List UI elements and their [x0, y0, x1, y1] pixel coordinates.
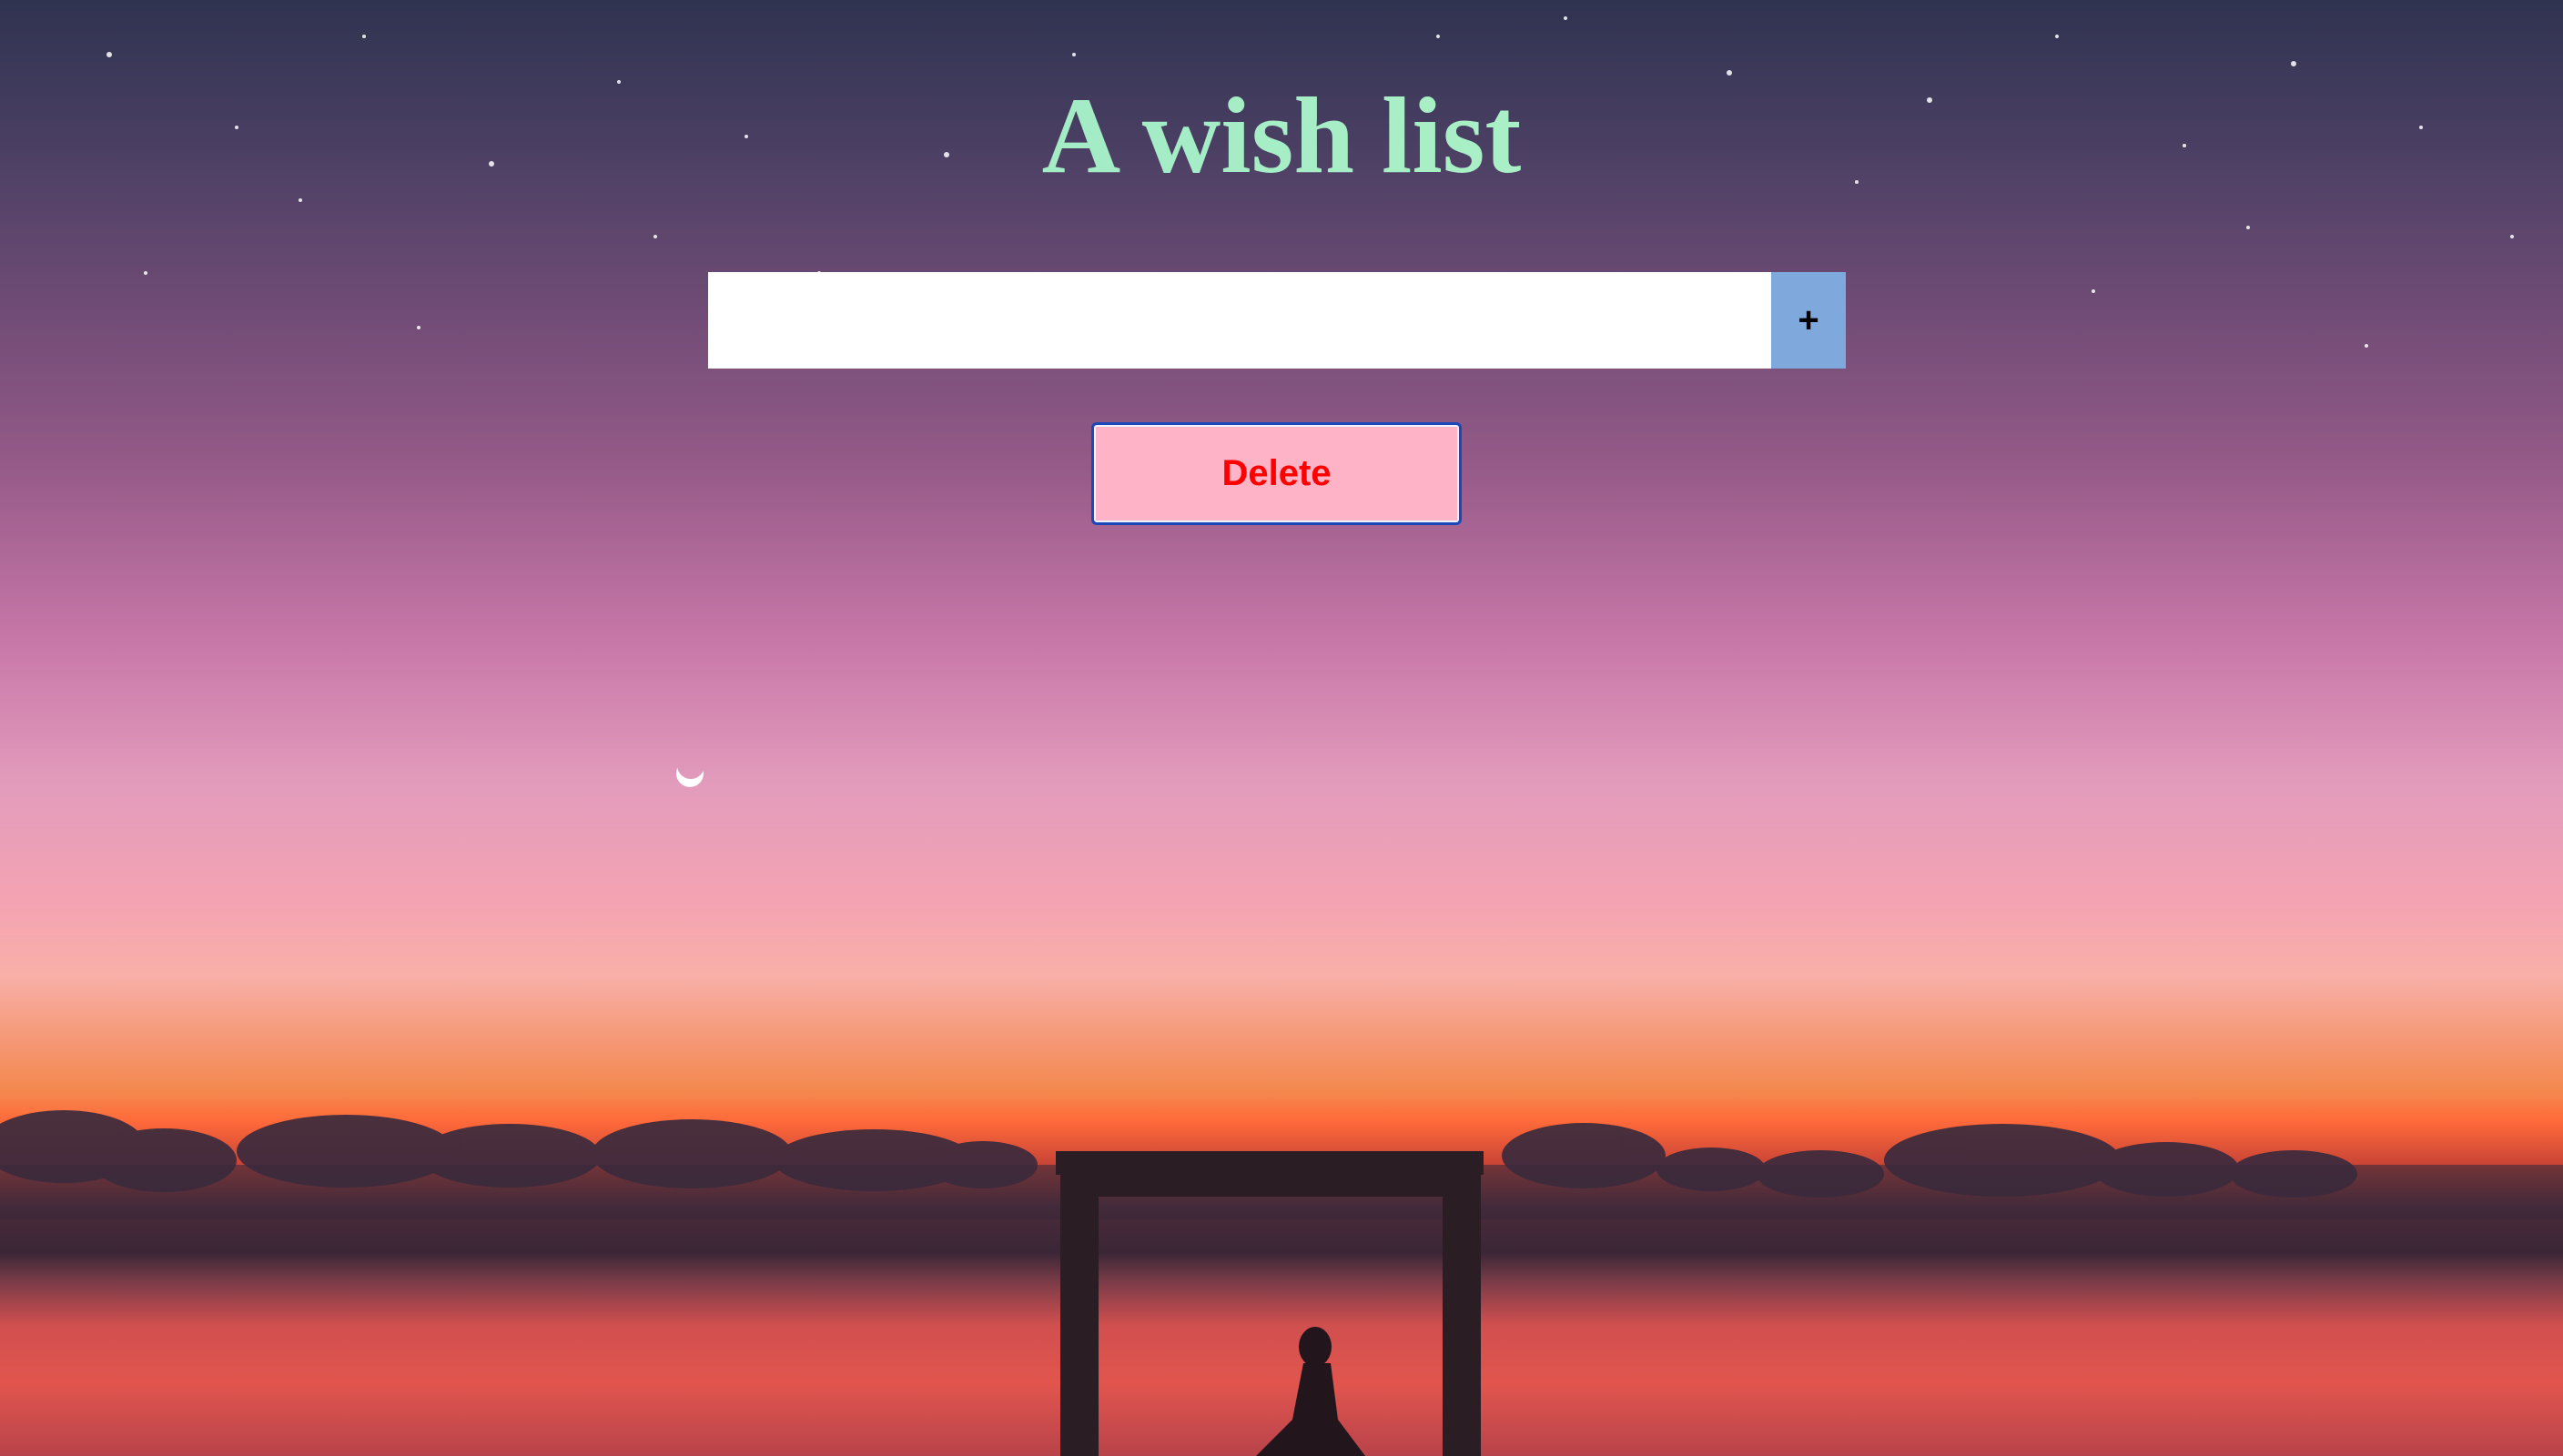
- sunset-pier-silhouette: [0, 1110, 2563, 1456]
- moon-icon: [674, 748, 708, 783]
- delete-button-label: Delete: [1221, 453, 1332, 493]
- delete-button[interactable]: Delete: [1091, 422, 1462, 525]
- wish-input-row: +: [708, 272, 1846, 369]
- add-wish-button[interactable]: +: [1771, 272, 1846, 369]
- page-title: A wish list: [0, 76, 2563, 195]
- wish-input[interactable]: [708, 272, 1771, 369]
- plus-icon: +: [1798, 299, 1819, 340]
